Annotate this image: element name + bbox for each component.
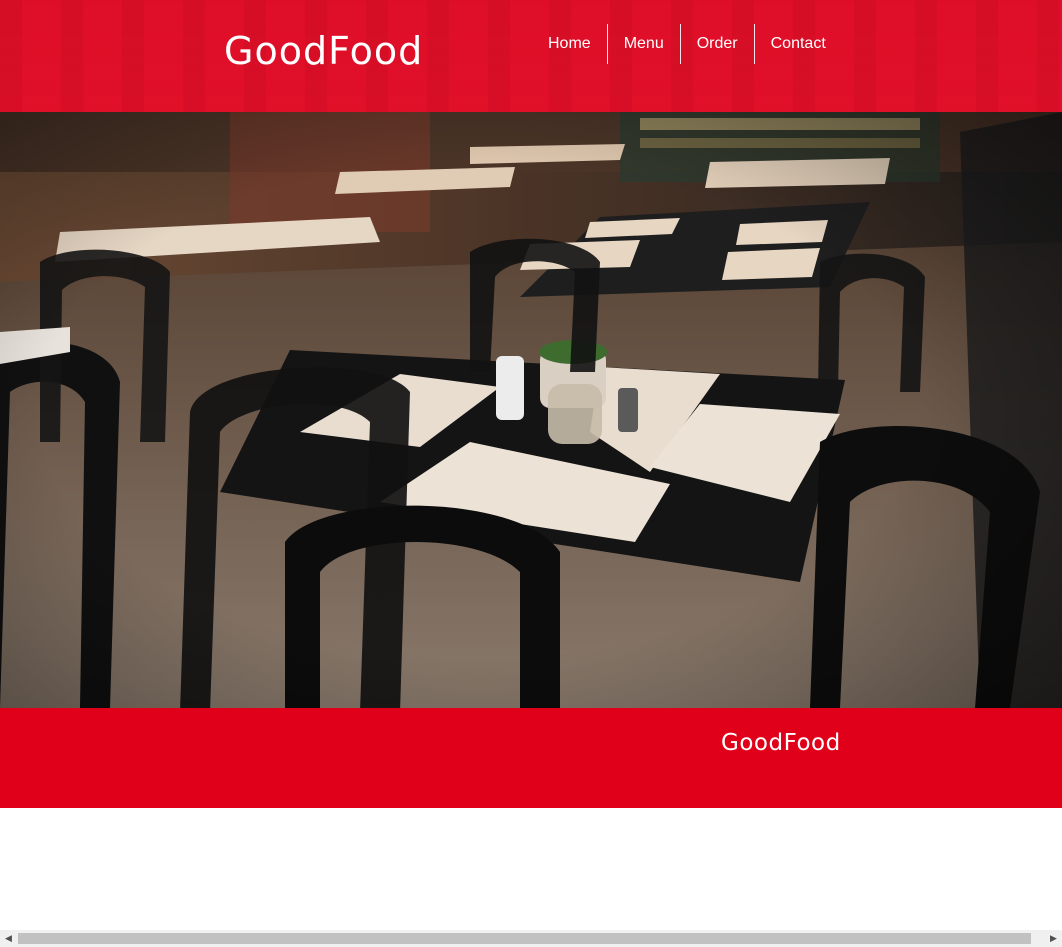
- site-logo[interactable]: GoodFood: [224, 27, 423, 75]
- hero-image: [0, 112, 1062, 708]
- scroll-left-arrow-icon[interactable]: ◀: [0, 930, 17, 947]
- main-nav: Home Menu Order Contact: [532, 24, 842, 64]
- band-title: GoodFood: [721, 730, 841, 756]
- nav-home-link[interactable]: Home: [532, 24, 607, 64]
- scrollbar-thumb[interactable]: [18, 933, 1031, 944]
- nav-menu-link[interactable]: Menu: [606, 24, 680, 64]
- nav-order-link[interactable]: Order: [679, 24, 754, 64]
- restaurant-interior-illustration: [0, 112, 1062, 708]
- brand-band: GoodFood: [0, 708, 1062, 808]
- nav-contact-link[interactable]: Contact: [753, 24, 842, 64]
- site-header: GoodFood Home Menu Order Contact: [0, 0, 1062, 112]
- header-background-image: [0, 0, 1062, 112]
- scroll-right-arrow-icon[interactable]: ▶: [1045, 930, 1062, 947]
- horizontal-scrollbar[interactable]: ◀ ▶: [0, 930, 1062, 947]
